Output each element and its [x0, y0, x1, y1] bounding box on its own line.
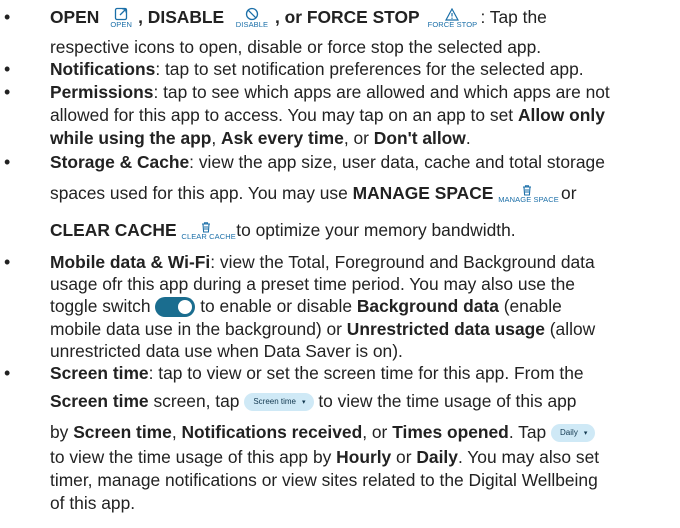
text-segment: toggle switch [50, 296, 156, 316]
text-segment: usage ofr this app during a preset time … [50, 274, 575, 294]
unrestricted-data-label: Unrestricted data usage [346, 319, 545, 339]
screen-time-option-label: Screen time [73, 422, 172, 442]
chevron-down-icon: ▾ [583, 430, 588, 438]
screen-time-label: Screen time [50, 363, 149, 383]
disable-icon: DISABLE [229, 7, 275, 29]
text-segment: by [50, 422, 74, 442]
text-segment: : tap to see which apps are allowed and … [153, 82, 610, 102]
text-segment: screen, tap [148, 391, 245, 411]
disable-label: , DISABLE [138, 7, 225, 27]
force-stop-icon-caption: FORCE STOP [427, 19, 478, 29]
text-line: Mobile data & Wi-Fi: view the Total, For… [50, 251, 595, 273]
toggle-knob [178, 300, 193, 315]
text-segment: (allow [544, 319, 596, 339]
text-segment: , [211, 128, 222, 148]
text-line: while using the app, Ask every time, or … [50, 127, 471, 149]
clear-cache-label: CLEAR CACHE [50, 220, 177, 240]
text-segment: to view the time usage of this app by [50, 447, 337, 467]
text-line: by Screen time, Notifications received, … [50, 421, 596, 443]
text-segment: timer, manage notifications or view site… [50, 470, 598, 490]
text-segment: . Tap [508, 422, 552, 442]
text-segment: to enable or disable [195, 296, 357, 316]
text-line: respective icons to open, disable or for… [50, 36, 541, 58]
ask-every-time-label: Ask every time [221, 128, 344, 148]
text-line: allowed for this app to access. You may … [50, 104, 605, 126]
text-line: Storage & Cache: view the app size, user… [50, 151, 605, 173]
manage-space-label: MANAGE SPACE [352, 183, 494, 203]
text-segment: : tap to set notification preferences fo… [155, 59, 584, 79]
screen-time-chip: Screen time ▾ [244, 393, 314, 412]
bullet: • [4, 363, 11, 383]
chip-label: Screen time [253, 397, 296, 407]
chip-label: Daily [560, 428, 578, 438]
text-line: mobile data use in the background) or Un… [50, 318, 595, 340]
chevron-down-icon: ▾ [302, 399, 306, 407]
notifications-received-label: Notifications received [181, 422, 363, 442]
text-segment: : tap to view or set the screen time for… [148, 363, 584, 383]
text-segment: or [556, 183, 577, 203]
trash-icon: MANAGE SPACE [498, 184, 559, 205]
text-segment: : view the app size, user data, cache an… [189, 152, 605, 172]
text-segment: . [465, 128, 471, 148]
text-segment: spaces used for this app. You may use [50, 183, 353, 203]
allow-only-label: Allow only [517, 105, 605, 125]
toggle-switch-icon [155, 297, 196, 318]
text-line: CLEAR CACHE CLEAR CACHE to optimize your… [50, 219, 516, 241]
bullet: • [4, 82, 11, 102]
mobile-data-label: Mobile data & Wi-Fi [50, 252, 211, 272]
permissions-label: Permissions [50, 82, 154, 102]
text-segment: : view the Total, Foreground and Backgro… [210, 252, 595, 272]
text-segment: , or [362, 422, 393, 442]
text-segment: allowed for this app to access. You may … [50, 105, 514, 125]
warning-icon: FORCE STOP [424, 7, 480, 29]
trash-icon: CLEAR CACHE [181, 221, 236, 242]
text-segment: unrestricted data use when Data Saver is… [50, 341, 403, 361]
clear-cache-icon-caption: CLEAR CACHE [181, 232, 236, 242]
text-segment: . You may also set [457, 447, 600, 467]
hourly-label: Hourly [336, 447, 392, 467]
bullet: • [4, 7, 11, 27]
help-page: • OPEN OPEN , DISABLE DISABLE , or FORCE… [0, 0, 680, 528]
bullet: • [4, 252, 11, 272]
text-line: Notifications: tap to set notification p… [50, 58, 584, 80]
text-segment: of this app. [50, 493, 136, 513]
text-line: Screen time screen, tap Screen time ▾ to … [50, 390, 576, 412]
notifications-label: Notifications [50, 59, 156, 79]
force-stop-label: , or FORCE STOP [274, 7, 420, 27]
text-line: usage ofr this app during a preset time … [50, 273, 575, 295]
disable-icon-caption: DISABLE [235, 20, 269, 30]
text-line: to view the time usage of this app by Ho… [50, 446, 599, 468]
bullet: • [4, 59, 11, 79]
manage-space-icon-caption: MANAGE SPACE [498, 195, 559, 205]
open-icon-caption: OPEN [110, 20, 132, 30]
text-segment: or [391, 447, 417, 467]
text-line: timer, manage notifications or view site… [50, 469, 598, 491]
daily-label: Daily [416, 447, 458, 467]
text-line: of this app. [50, 492, 135, 514]
text-line: spaces used for this app. You may use MA… [50, 182, 577, 204]
text-line: OPEN OPEN , DISABLE DISABLE , or FORCE S… [50, 6, 547, 29]
bullet: • [4, 152, 11, 172]
daily-chip: Daily ▾ [551, 424, 596, 443]
text-segment: to view the time usage of this app [313, 391, 577, 411]
open-external-icon: OPEN [104, 7, 138, 29]
text-segment: : Tap the [480, 7, 547, 27]
background-data-label: Background data [356, 296, 499, 316]
times-opened-label: Times opened [392, 422, 509, 442]
while-using-label: while using the app [50, 128, 212, 148]
text-segment: respective icons to open, disable or for… [50, 37, 542, 57]
text-segment: to optimize your memory bandwidth. [231, 220, 516, 240]
text-segment: mobile data use in the background) or [50, 319, 347, 339]
text-line: Permissions: tap to see which apps are a… [50, 81, 610, 103]
screen-time-label: Screen time [50, 391, 149, 411]
open-label: OPEN [50, 7, 100, 27]
text-line: toggle switch to enable or disable Backg… [50, 295, 562, 318]
text-line: unrestricted data use when Data Saver is… [50, 340, 403, 362]
text-line: Screen time: tap to view or set the scre… [50, 362, 584, 384]
text-segment: (enable [498, 296, 562, 316]
storage-cache-label: Storage & Cache [50, 152, 190, 172]
dont-allow-label: Don't allow [373, 128, 466, 148]
text-segment: , or [343, 128, 374, 148]
